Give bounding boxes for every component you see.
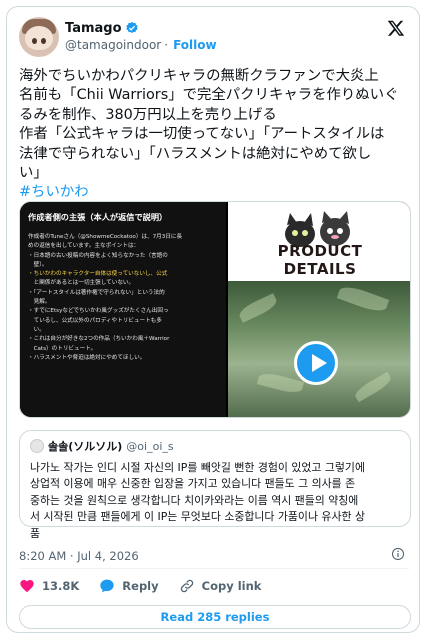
author-row: Tamago — [65, 19, 139, 37]
media-image-screenshot[interactable]: 作成者側の主張（本人が返信で説明） 作成者のTuneさん（@ShowmeCock… — [20, 202, 226, 417]
like-count: 13.8K — [42, 579, 80, 593]
timestamp-text: 8:20 AM · Jul 4, 2026 — [19, 549, 139, 563]
tweet-line: 海外でちいかわパクリキャラの無断クラファンで大炎上 — [19, 68, 379, 84]
quoted-line: 서 시작된 만큼 팬들에게 이 IP는 무엇보다 소중합니다 가품이나 유사한 … — [30, 510, 365, 524]
divider — [19, 568, 409, 569]
media-screenshot-line: い。 — [28, 326, 45, 333]
tweet-line: い」 — [19, 165, 48, 182]
media-screenshot-line: ・これは自分が好きな2つの作品（ちいかわ風＋Warrior — [28, 336, 170, 343]
like-button[interactable]: 13.8K — [19, 578, 79, 594]
media-screenshot-line: 壁）。 — [28, 261, 48, 268]
copy-link-button[interactable]: Copy link — [179, 578, 262, 594]
quoted-line: 나가노 작가는 인디 시절 자신의 IP를 빼앗길 뻔한 경험이 있었고 그렇기… — [30, 461, 365, 474]
reply-bubble-icon — [100, 579, 114, 593]
quoted-tweet-header: 솔솔(ソルソル) @oi_oi_s — [30, 439, 400, 453]
media-screenshot-line: ・ハラスメントや脅迫は絶対にやめてほしい。 — [28, 354, 146, 361]
quoted-line: 상업적 이용에 매우 신중한 입장을 가지고 있습니다 팬들도 그 의사를 존 — [30, 477, 356, 491]
quoted-text: 나가노 작가는 인디 시절 자신의 IP를 빼앗길 뻔한 경험이 있었고 그렇기… — [30, 460, 400, 542]
tweet-timestamp[interactable]: 8:20 AM · Jul 4, 2026 — [19, 549, 139, 563]
handle[interactable]: @tamagoindoor — [65, 38, 161, 52]
quoted-line: 품 — [30, 526, 41, 540]
action-bar: 13.8K Reply Copy link — [19, 575, 281, 597]
media-screenshot-line-highlight: ・ちいかわのキャラクター自体は使っていないし、公式 — [28, 271, 168, 278]
reply-button[interactable]: Reply — [99, 578, 159, 594]
tweet-text: 海外でちいかわパクリキャラの無断クラファンで大炎上 名前も「Chii Warri… — [19, 67, 411, 203]
media-video-panel[interactable]: PRODUCT DETAILS — [228, 202, 410, 417]
quoted-line: 중하는 것을 원칙으로 생각합니다 치이카와라는 이름 역시 팬들의 약칭에 — [30, 493, 359, 507]
tweet-line: 名前も「Chii Warriors」で完全パクリキャラを作りぬいぐ — [19, 87, 399, 104]
media-screenshot-line: ているし、公式以外のパロディやトリビュートも多 — [28, 317, 162, 324]
media-screenshot-line: ・日本語の古い投稿の内容をよく知らなかった（言語の — [28, 252, 168, 259]
read-replies-button[interactable]: Read 285 replies — [19, 605, 411, 629]
product-subtitle: DETAILS — [283, 260, 357, 278]
x-logo-icon[interactable] — [387, 19, 405, 37]
link-icon — [180, 579, 193, 593]
verified-badge-icon — [125, 21, 138, 34]
media-grid: 作成者側の主張（本人が返信で説明） 作成者のTuneさん（@ShowmeCock… — [19, 201, 411, 418]
avatar[interactable] — [19, 17, 59, 57]
media-screenshot-line: Cats）のトリビュート。 — [28, 345, 97, 352]
play-button-icon[interactable] — [294, 341, 338, 385]
separator: · — [164, 38, 169, 52]
follow-button[interactable]: Follow — [173, 38, 217, 52]
quoted-display-name: 솔솔(ソルソル) — [48, 440, 123, 453]
tweet-card: Tamago @tamagoindoor · Follow 海外でちいかわパクリ… — [6, 6, 420, 633]
copy-link-label: Copy link — [201, 579, 262, 593]
tweet-line: 作者「公式キャラは一切使ってない」「アートスタイルは — [19, 126, 385, 143]
media-screenshot-title: 作成者側の主張（本人が返信で説明） — [28, 212, 168, 222]
display-name[interactable]: Tamago — [65, 21, 122, 36]
media-screenshot-line: 作成者のTuneさん（@ShowmeCockatoo）は、7月3日に長 — [28, 234, 183, 240]
info-icon[interactable] — [391, 547, 405, 561]
quoted-avatar — [30, 439, 44, 453]
heart-icon — [20, 580, 34, 593]
media-screenshot-line: めの返信を出しています。主なポイントは： — [28, 243, 140, 250]
reply-label: Reply — [122, 579, 159, 593]
media-screenshot-line: 見解。 — [28, 299, 51, 306]
handle-row: @tamagoindoor · Follow — [65, 38, 217, 52]
media-screenshot-line: ・「アートスタイルは著作権で守られない」という法的 — [28, 289, 165, 296]
tweet-line: 法律で守られない」「ハラスメントは絶対にやめて欲し — [19, 145, 372, 162]
video-thumbnail[interactable] — [228, 281, 410, 417]
quoted-handle: @oi_oi_s — [126, 439, 174, 453]
quoted-tweet[interactable]: 솔솔(ソルソル) @oi_oi_s 나가노 작가는 인디 시절 자신의 IP를 … — [19, 430, 411, 540]
media-screenshot-line: と関係があるとは一切主張していない。 — [28, 280, 135, 287]
media-product-image: PRODUCT DETAILS — [228, 202, 410, 282]
tweet-line: るみを制作、380万円以上を売り上げる — [19, 106, 277, 123]
hashtag-link[interactable]: #ちいかわ — [19, 183, 411, 202]
media-screenshot-text: 作成者のTuneさん（@ShowmeCockatoo）は、7月3日に長 めの返信… — [28, 233, 218, 363]
media-screenshot-line: ・すでにEtsyなどでちいかわ風グッズがたくさん出回っ — [28, 308, 169, 315]
product-title: PRODUCT — [277, 242, 363, 260]
